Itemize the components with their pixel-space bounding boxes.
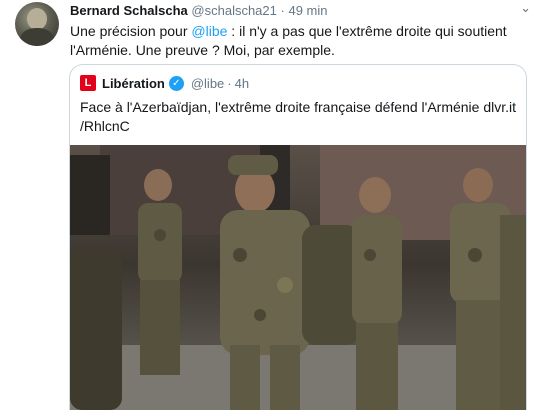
separator-dot: · — [280, 3, 285, 18]
avatar-head — [27, 8, 47, 30]
quoted-author-name[interactable]: Libération — [102, 76, 165, 91]
chevron-down-icon[interactable]: ⌄ — [520, 0, 531, 16]
author-avatar[interactable] — [15, 2, 59, 46]
tweet-text: Une précision pour @libe : il n'y a pas … — [70, 22, 530, 60]
author-name[interactable]: Bernard Schalscha — [70, 3, 188, 18]
photo-graphic — [70, 145, 526, 410]
quoted-header: L Libération ✓ @libe · 4h — [80, 75, 249, 91]
tweet[interactable]: Bernard Schalscha @schalscha21 · 49 min … — [0, 0, 545, 410]
author-handle[interactable]: @schalscha21 — [191, 3, 276, 18]
quoted-time[interactable]: 4h — [235, 76, 249, 91]
avatar-body — [20, 28, 54, 46]
tweet-text-part: Une précision pour — [70, 23, 192, 39]
separator-dot: · — [227, 75, 232, 91]
photo-soldiers-image[interactable] — [70, 145, 526, 410]
quoted-tweet[interactable]: L Libération ✓ @libe · 4h Face à l'Azerb… — [69, 64, 527, 410]
tweet-time[interactable]: 49 min — [288, 3, 327, 18]
quoted-author-handle[interactable]: @libe — [191, 76, 224, 91]
quoted-text: Face à l'Azerbaïdjan, l'extrême droite f… — [80, 99, 517, 134]
liberation-logo[interactable]: L — [80, 75, 96, 91]
mention-link[interactable]: @libe — [191, 23, 227, 39]
tweet-header: Bernard Schalscha @schalscha21 · 49 min — [70, 3, 328, 18]
verified-check-icon: ✓ — [168, 75, 184, 91]
